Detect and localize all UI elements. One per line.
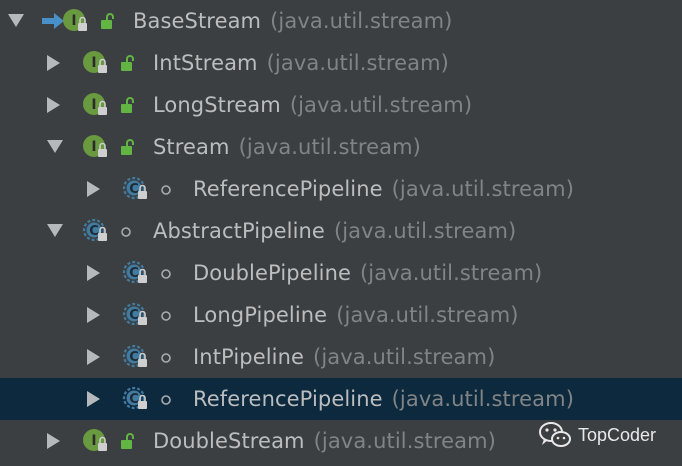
package-private-dot-icon	[161, 269, 171, 279]
class-name: IntPipeline	[193, 345, 305, 369]
tree-node-label: LongPipeline (java.util.stream)	[193, 300, 519, 330]
package-private-dot-icon	[161, 185, 171, 195]
collapse-arrow-icon[interactable]	[87, 391, 100, 407]
package-private-dot-icon	[161, 395, 171, 405]
package-name: (java.util.stream)	[266, 51, 449, 75]
abstract-class-icon: C	[122, 344, 147, 368]
package-name: (java.util.stream)	[289, 93, 473, 117]
public-lock-icon	[121, 55, 134, 71]
tree-node-referencepipeline[interactable]: C ReferencePipeline (java.util.stream)	[0, 168, 682, 210]
public-lock-icon	[121, 433, 134, 449]
svg-text:I: I	[91, 433, 96, 449]
collapse-arrow-icon[interactable]	[47, 97, 60, 113]
tree-node-abstractpipeline[interactable]: C AbstractPipeline (java.util.stream)	[0, 210, 682, 252]
class-name: Stream	[153, 135, 230, 159]
interface-icon: I	[63, 9, 87, 31]
public-lock-icon	[121, 139, 134, 155]
class-name: DoublePipeline	[193, 261, 351, 285]
tree-node-label: AbstractPipeline (java.util.stream)	[153, 216, 516, 246]
tree-node-longstream[interactable]: I LongStream (java.util.stream)	[0, 84, 682, 126]
expand-arrow-icon[interactable]	[47, 224, 63, 237]
class-name: IntStream	[153, 51, 258, 75]
package-name: (java.util.stream)	[391, 177, 574, 201]
interface-icon: I	[83, 135, 107, 157]
type-hierarchy-tree: I BaseStream (java.util.stream) I IntStream(…	[0, 0, 682, 466]
svg-text:I: I	[71, 13, 76, 29]
abstract-class-icon: C	[82, 218, 107, 242]
tree-node-longpipeline[interactable]: C LongPipeline (java.util.stream)	[0, 294, 682, 336]
tree-node-label: ReferencePipeline (java.util.stream)	[193, 384, 574, 414]
tree-node-referencepipeline[interactable]: C ReferencePipeline (java.util.stream)	[0, 378, 682, 420]
class-name: DoubleStream	[153, 429, 305, 453]
package-name: (java.util.stream)	[333, 219, 517, 243]
collapse-arrow-icon[interactable]	[87, 349, 100, 365]
class-name: ReferencePipeline	[193, 177, 383, 201]
tree-node-label: Stream (java.util.stream)	[153, 132, 421, 162]
svg-text:C: C	[129, 266, 139, 281]
svg-text:C: C	[129, 182, 139, 197]
interface-icon: I	[83, 429, 107, 451]
interface-icon: I	[83, 93, 107, 115]
package-private-dot-icon	[161, 311, 171, 321]
abstract-class-icon: C	[122, 386, 147, 410]
tree-node-intpipeline[interactable]: C IntPipeline (java.util.stream)	[0, 336, 682, 378]
package-name: (java.util.stream)	[313, 345, 496, 369]
svg-text:I: I	[91, 55, 96, 71]
watermark-text: TopCoder	[578, 424, 657, 445]
tree-node-label: ReferencePipeline (java.util.stream)	[193, 174, 574, 204]
wechat-icon	[539, 422, 571, 447]
tree-node-label: LongStream (java.util.stream)	[153, 90, 472, 120]
tree-node-label: BaseStream (java.util.stream)	[133, 6, 452, 36]
package-name: (java.util.stream)	[360, 261, 543, 285]
tree-node-doublepipeline[interactable]: C DoublePipeline (java.util.stream)	[0, 252, 682, 294]
class-name: ReferencePipeline	[193, 387, 383, 411]
tree-node-intstream[interactable]: I IntStream (java.util.stream)	[0, 42, 682, 84]
abstract-class-icon: C	[122, 302, 147, 326]
tree-node-label: IntPipeline (java.util.stream)	[193, 342, 495, 372]
expand-arrow-icon[interactable]	[47, 140, 63, 153]
package-private-dot-icon	[161, 353, 171, 363]
svg-text:C: C	[129, 350, 139, 365]
interface-icon: I	[83, 51, 107, 73]
abstract-class-icon: C	[122, 176, 147, 200]
collapse-arrow-icon[interactable]	[87, 181, 100, 197]
watermark: TopCoder	[538, 418, 656, 452]
expand-arrow-icon[interactable]	[8, 14, 24, 27]
svg-text:C: C	[129, 308, 139, 323]
tree-node-basestream[interactable]: I BaseStream (java.util.stream)	[0, 0, 682, 42]
tree-node-stream[interactable]: I Stream (java.util.stream)	[0, 126, 682, 168]
tree-node-label: IntStream (java.util.stream)	[153, 48, 449, 78]
abstract-class-icon: C	[122, 260, 147, 284]
collapse-arrow-icon[interactable]	[87, 265, 100, 281]
public-lock-icon	[101, 13, 114, 29]
package-name: (java.util.stream)	[238, 135, 421, 159]
svg-text:C: C	[89, 224, 99, 239]
collapse-arrow-icon[interactable]	[47, 55, 60, 71]
package-private-dot-icon	[121, 227, 131, 237]
package-name: (java.util.stream)	[313, 429, 496, 453]
class-name: BaseStream	[133, 9, 262, 33]
tree-node-label: DoublePipeline (java.util.stream)	[193, 258, 542, 288]
package-name: (java.util.stream)	[270, 9, 453, 33]
collapse-arrow-icon[interactable]	[87, 307, 100, 323]
svg-text:I: I	[91, 97, 96, 113]
class-name: LongPipeline	[193, 303, 328, 327]
class-name: LongStream	[153, 93, 281, 117]
class-name: AbstractPipeline	[153, 219, 325, 243]
collapse-arrow-icon[interactable]	[47, 433, 60, 449]
svg-text:C: C	[129, 392, 139, 407]
package-name: (java.util.stream)	[391, 387, 574, 411]
public-lock-icon	[121, 97, 134, 113]
svg-text:I: I	[91, 139, 96, 155]
package-name: (java.util.stream)	[336, 303, 519, 327]
tree-node-label: DoubleStream (java.util.stream)	[153, 426, 496, 456]
